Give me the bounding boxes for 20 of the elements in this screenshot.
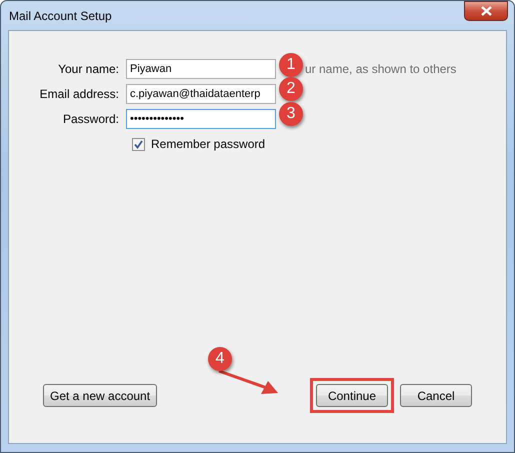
step-badge: 4 bbox=[208, 347, 232, 371]
close-icon bbox=[480, 6, 492, 16]
field-label: Password: bbox=[62, 112, 119, 126]
step-badge: 1 bbox=[279, 53, 303, 77]
step-badge: 3 bbox=[279, 102, 303, 126]
input-field[interactable]: c.piyawan@thaidataenterp bbox=[126, 84, 276, 104]
field-label: Your name: bbox=[58, 62, 119, 76]
checkbox-label: Remember password bbox=[151, 137, 266, 151]
dialog-button[interactable]: Continue bbox=[316, 384, 388, 407]
hint-text: ur name, as shown to others bbox=[305, 62, 456, 76]
check-icon bbox=[134, 140, 143, 148]
field-label: Email address: bbox=[40, 86, 119, 102]
window-title: Mail Account Setup bbox=[8, 8, 112, 22]
checkbox[interactable] bbox=[132, 138, 145, 150]
input-field[interactable]: Piyawan bbox=[126, 59, 276, 79]
dialog-button[interactable]: Cancel bbox=[400, 384, 472, 407]
dialog-button[interactable]: Get a new account bbox=[43, 384, 158, 407]
close-button[interactable] bbox=[464, 1, 508, 21]
input-field[interactable]: •••••••••••••• bbox=[126, 109, 276, 129]
step-badge: 2 bbox=[279, 77, 303, 101]
